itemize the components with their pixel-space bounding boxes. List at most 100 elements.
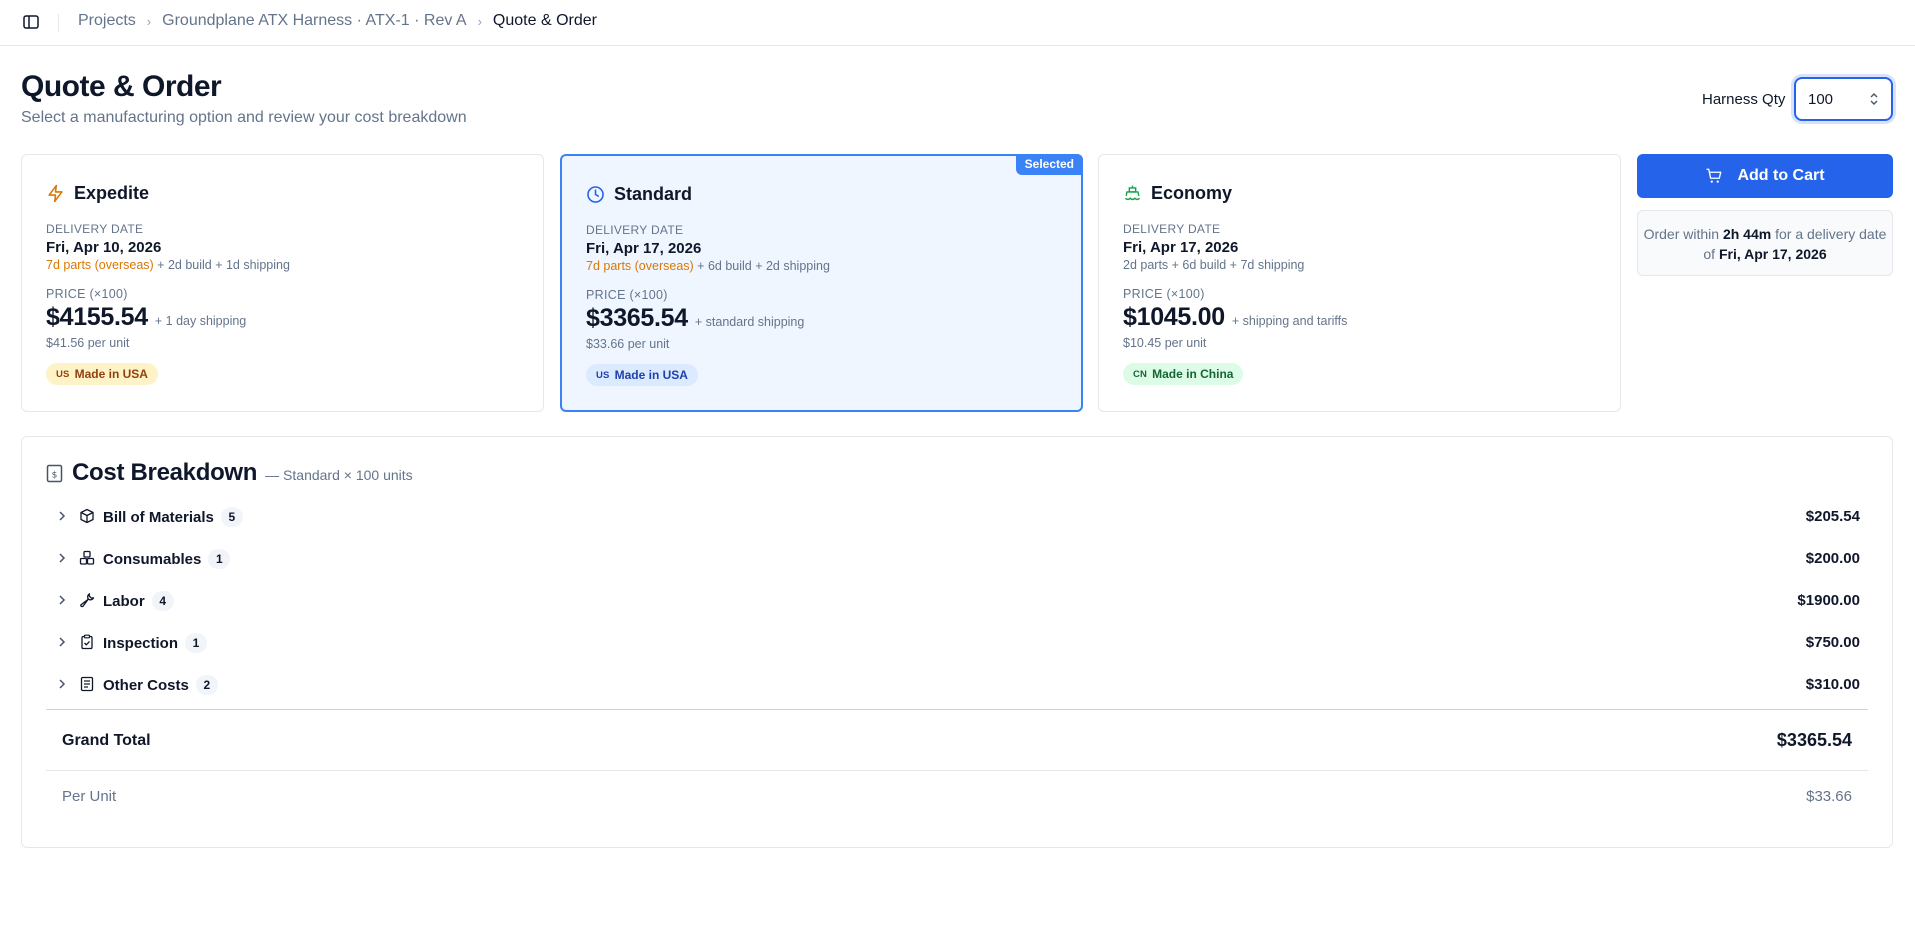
price-note: + 1 day shipping [154, 314, 247, 328]
sidebar-toggle-icon[interactable] [22, 13, 40, 31]
item-count-badge: 5 [220, 507, 243, 527]
origin-label: Made in USA [74, 367, 148, 381]
option-price: $1045.00 [1123, 303, 1225, 331]
delivery-date: Fri, Apr 17, 2026 [1123, 239, 1239, 256]
cart-icon [1706, 168, 1722, 183]
breakdown-amount: $205.54 [1805, 508, 1860, 525]
build-shipping-time: + 6d build + 2d shipping [697, 259, 830, 273]
breadcrumb-projects[interactable]: Projects [78, 12, 136, 30]
add-to-cart-label: Add to Cart [1737, 167, 1825, 184]
chevron-right-icon: › [477, 13, 482, 29]
clock-icon [587, 186, 604, 203]
chevron-right-icon[interactable] [56, 678, 68, 690]
price-row: $4155.54 + 1 day shipping [46, 303, 246, 332]
cost-breakdown-title: Cost Breakdown [72, 459, 258, 486]
chevron-right-icon[interactable] [56, 636, 68, 648]
chevron-right-icon[interactable] [56, 552, 68, 564]
delivery-date-label: DELIVERY DATE [46, 222, 144, 236]
total-divider [46, 709, 1868, 710]
chevron-right-icon[interactable] [56, 510, 68, 522]
delivery-date: Fri, Apr 10, 2026 [46, 239, 162, 256]
breakdown-row-other-costs[interactable]: Other Costs 2 $310.00 [46, 670, 1868, 700]
order-deadline-note: Order within 2h 44m for a delivery date … [1637, 210, 1893, 276]
breakdown-label: Inspection 1 [103, 633, 208, 654]
lightning-icon [48, 184, 63, 203]
ship-icon [1124, 185, 1141, 201]
add-to-cart-button[interactable]: Add to Cart [1637, 154, 1893, 198]
breakdown-label-text: Bill of Materials [103, 509, 214, 526]
breakdown-row-consumables[interactable]: Consumables 1 $200.00 [46, 544, 1868, 574]
chevron-right-icon[interactable] [56, 594, 68, 606]
cost-breakdown-header: $ Cost Breakdown — Standard × 100 units [46, 459, 413, 487]
harness-qty-label: Harness Qty [1702, 91, 1786, 108]
option-card-standard[interactable]: Selected Standard DELIVERY DATE Fri, Apr… [560, 154, 1083, 412]
country-code: US [56, 368, 70, 380]
delivery-detail: 2d parts + 6d build + 7d shipping [1123, 258, 1305, 272]
clipboard-check-icon [81, 634, 93, 650]
price-note: + standard shipping [694, 315, 805, 329]
harness-qty-input[interactable] [1808, 89, 1863, 109]
wrench-icon [80, 593, 95, 608]
breakdown-label-text: Labor [103, 593, 145, 610]
card-header: Expedite [46, 183, 149, 204]
origin-label: Made in China [1152, 367, 1234, 381]
page-subtitle: Select a manufacturing option and review… [21, 109, 467, 126]
item-count-badge: 1 [185, 633, 208, 653]
breakdown-amount: $750.00 [1805, 634, 1860, 651]
option-card-economy[interactable]: Economy DELIVERY DATE Fri, Apr 17, 2026 … [1098, 154, 1621, 412]
order-note-time: 2h 44m [1722, 226, 1772, 242]
package-icon [80, 508, 94, 524]
breakdown-label-text: Inspection [103, 635, 179, 652]
price-note: + shipping and tariffs [1231, 314, 1348, 328]
card-header: Standard [586, 184, 692, 205]
delivery-detail: 7d parts (overseas) + 2d build + 1d ship… [46, 258, 290, 272]
delivery-date-label: DELIVERY DATE [1123, 222, 1221, 236]
breadcrumb-project[interactable]: Groundplane ATX Harness · ATX-1 · Rev A [162, 12, 466, 30]
breakdown-row-labor[interactable]: Labor 4 $1900.00 [46, 586, 1868, 616]
grand-total-label: Grand Total [62, 732, 151, 749]
price-row: $1045.00 + shipping and tariffs [1123, 303, 1347, 332]
selected-tag: Selected [1015, 154, 1083, 175]
receipt-icon [80, 676, 94, 692]
price-label: PRICE (×100) [1123, 287, 1205, 301]
card-header: Economy [1123, 183, 1232, 204]
price-row: $3365.54 + standard shipping [586, 304, 804, 333]
breadcrumb-current: Quote & Order [492, 12, 597, 29]
price-label: PRICE (×100) [46, 287, 128, 301]
cost-breakdown-subtitle: — Standard × 100 units [265, 467, 413, 483]
item-count-badge: 2 [195, 675, 218, 695]
price-label: PRICE (×100) [586, 288, 668, 302]
grand-total-amount: $3365.54 [1776, 730, 1852, 750]
top-bar: Projects › Groundplane ATX Harness · ATX… [0, 0, 1915, 46]
breakdown-amount: $200.00 [1805, 550, 1860, 567]
option-title: Standard [614, 184, 693, 204]
breakdown-row-inspection[interactable]: Inspection 1 $750.00 [46, 628, 1868, 658]
per-unit-price: $33.66 per unit [586, 337, 670, 351]
chevron-right-icon: › [146, 13, 152, 29]
delivery-date: Fri, Apr 17, 2026 [586, 240, 702, 257]
country-code: US [596, 369, 610, 381]
breakdown-row-bill-of-materials[interactable]: Bill of Materials 5 $205.54 [46, 502, 1868, 532]
delivery-detail: 7d parts (overseas) + 6d build + 2d ship… [586, 259, 830, 273]
topbar-divider [58, 14, 59, 32]
breakdown-label: Other Costs 2 [103, 675, 218, 696]
delivery-date-label: DELIVERY DATE [586, 223, 684, 237]
quantity-stepper-icon[interactable] [1869, 91, 1879, 107]
cost-breakdown-panel: $ Cost Breakdown — Standard × 100 units … [21, 436, 1893, 848]
breakdown-amount: $1900.00 [1797, 592, 1860, 609]
harness-qty-field[interactable] [1794, 77, 1893, 121]
origin-badge: CN Made in China [1123, 363, 1244, 385]
order-note-date: Fri, Apr 17, 2026 [1718, 246, 1827, 262]
page-title: Quote & Order [21, 70, 222, 103]
item-count-badge: 4 [151, 591, 174, 611]
boxes-icon [79, 550, 95, 565]
breakdown-label: Consumables 1 [103, 549, 231, 570]
per-unit-label: Per Unit [62, 788, 117, 805]
breakdown-label: Bill of Materials 5 [103, 507, 243, 528]
option-title: Economy [1151, 183, 1233, 203]
origin-label: Made in USA [614, 368, 688, 382]
breakdown-amount: $310.00 [1805, 676, 1860, 693]
breadcrumb: Projects › Groundplane ATX Harness · ATX… [78, 12, 597, 30]
option-card-expedite[interactable]: Expedite DELIVERY DATE Fri, Apr 10, 2026… [21, 154, 544, 412]
option-title: Expedite [74, 183, 150, 203]
